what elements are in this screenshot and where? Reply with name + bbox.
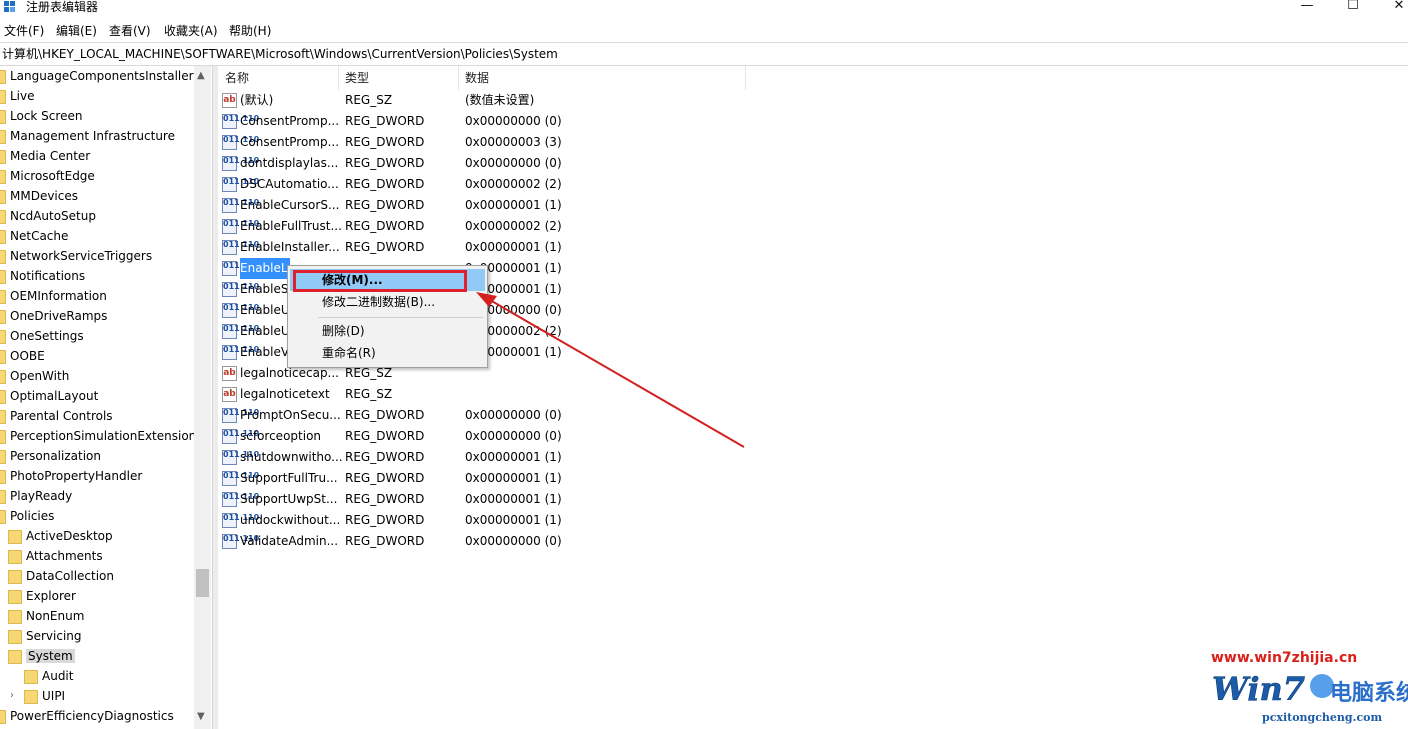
watermark-sub: pcxitongcheng.com	[1262, 711, 1383, 724]
watermark-logo: Win7 电脑系统城	[1212, 670, 1408, 708]
watermark-logo-cn: 电脑系统城	[1330, 680, 1408, 706]
watermark-logo-text: Win7	[1212, 670, 1305, 708]
annotation-arrow	[476, 292, 745, 448]
watermark-url: www.win7zhijia.cn	[1211, 650, 1358, 666]
